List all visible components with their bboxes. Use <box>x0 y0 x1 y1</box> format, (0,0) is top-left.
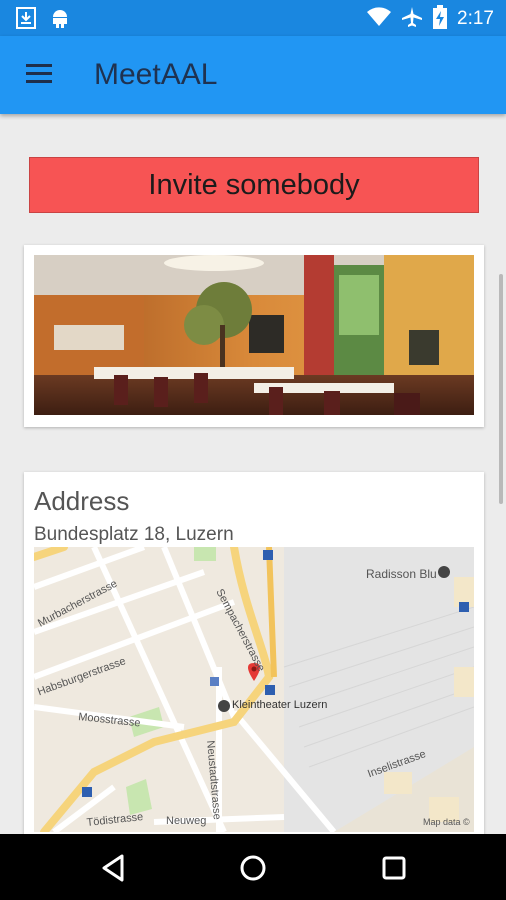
navigation-bar <box>0 834 506 900</box>
address-heading: Address <box>34 486 130 516</box>
map-attribution: Map data © <box>423 817 470 827</box>
home-icon[interactable] <box>235 850 271 886</box>
map-label-neuweg: Neuweg <box>166 815 207 827</box>
hamburger-menu-icon[interactable] <box>26 64 54 86</box>
wifi-icon <box>367 7 392 31</box>
map-label-kleintheater: Kleintheater Luzern <box>232 699 328 711</box>
scroll-indicator <box>499 274 503 504</box>
invite-somebody-button[interactable]: Invite somebody <box>29 157 479 213</box>
content-scroll-area[interactable]: Invite somebody Address Bundesplatz 18, … <box>0 114 506 834</box>
restaurant-interior-photo <box>34 255 474 415</box>
map-label-radisson: Radisson Blu <box>366 567 437 581</box>
recents-icon[interactable] <box>376 850 412 886</box>
app-title: MeetAAL <box>94 58 218 91</box>
back-icon[interactable] <box>96 850 132 886</box>
android-icon <box>50 7 70 33</box>
download-icon <box>16 7 36 33</box>
battery-charging-icon <box>433 5 448 33</box>
app-bar: MeetAAL <box>0 36 506 114</box>
status-time: 2:17 <box>457 8 494 29</box>
airplane-icon <box>401 6 423 32</box>
restaurant-photo-card <box>24 245 484 427</box>
map-view[interactable]: Radisson Blu Sempacherstrasse Murbachers… <box>34 547 474 832</box>
status-bar: 2:17 <box>0 0 506 36</box>
address-text: Bundesplatz 18, Luzern <box>34 524 234 545</box>
address-card: Address Bundesplatz 18, Luzern Radisson … <box>24 472 484 834</box>
map-marker-icon[interactable] <box>246 661 262 683</box>
